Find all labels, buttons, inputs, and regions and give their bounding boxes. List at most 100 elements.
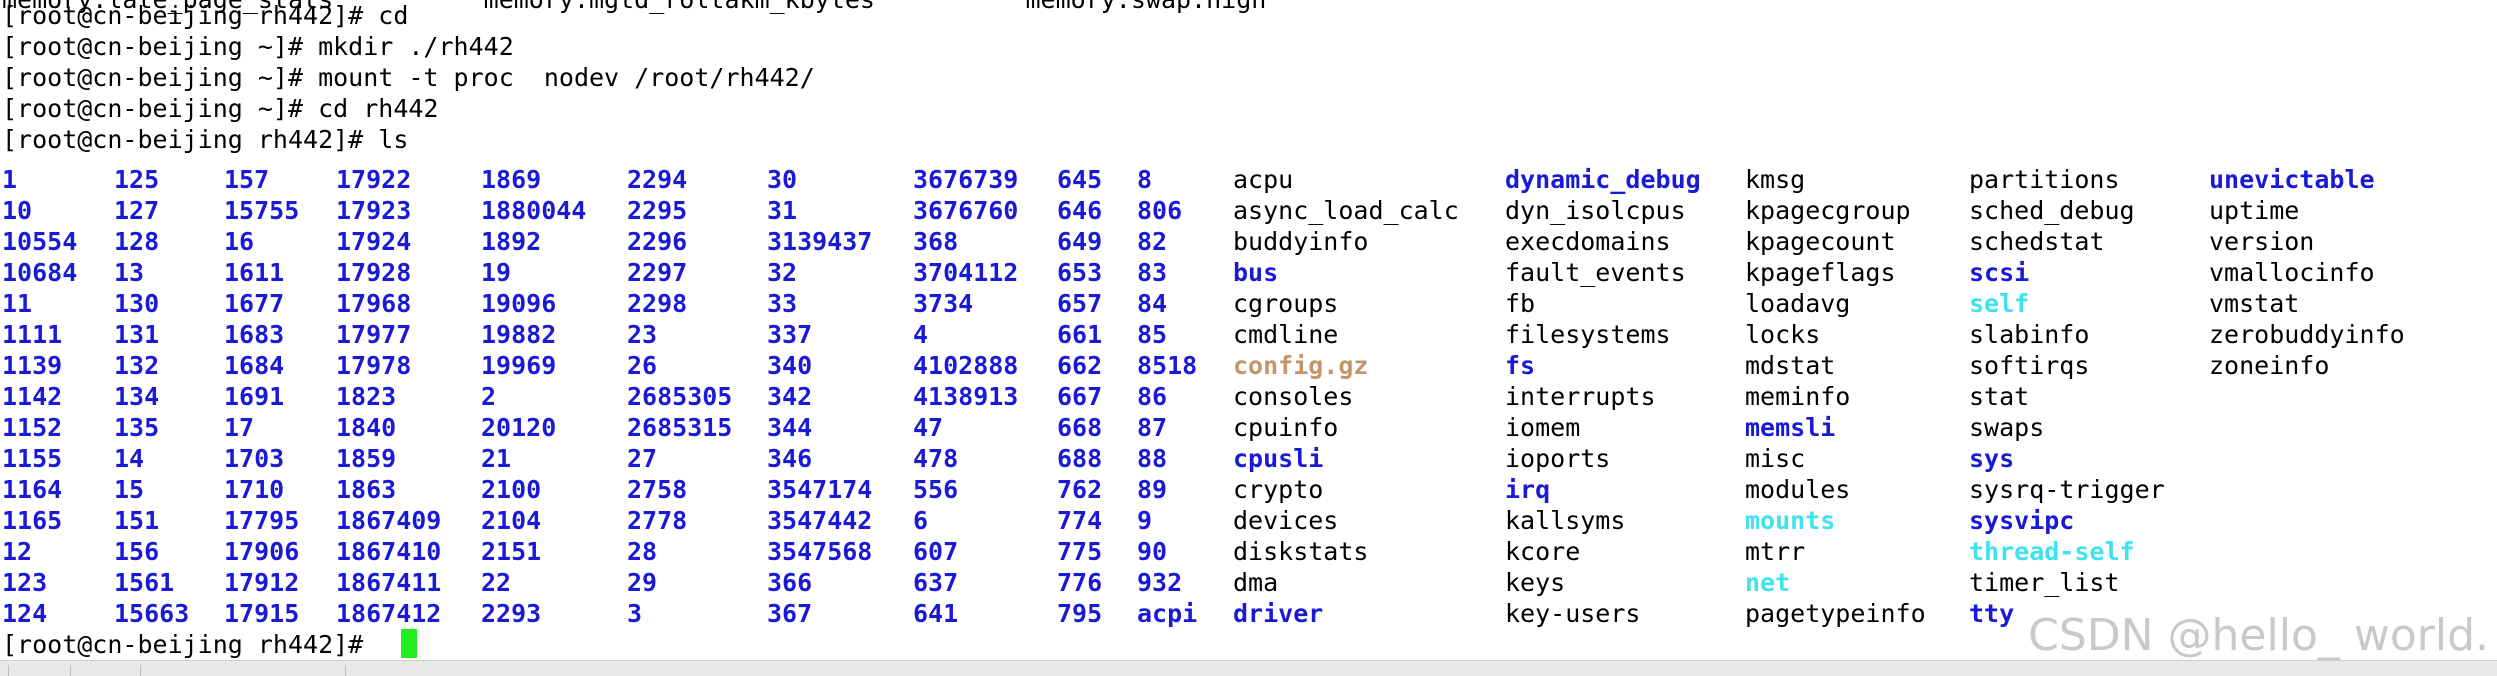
terminal-line-cd: [root@cn-beijing rh442]# cd (2, 1, 409, 30)
ls-entry-dir: 8 (1137, 165, 1153, 194)
ls-entry-dir: 806 (1137, 196, 1183, 225)
ls-entry-dir: 1710 (224, 475, 285, 504)
ls-entry-dir: 3 (627, 599, 643, 628)
ls-entry-dir: dynamic_debug (1505, 165, 1701, 194)
ls-entry-file: meminfo (1745, 382, 1851, 411)
ls-entry-dir: 1152 (2, 413, 63, 442)
ls-entry-dir: sys (1969, 444, 2015, 473)
ls-entry-dir: 21 (481, 444, 512, 473)
ls-entry-dir: scsi (1969, 258, 2030, 287)
ls-entry-dir: 2685305 (627, 382, 733, 411)
ls-entry-file: kpageflags (1745, 258, 1896, 287)
ls-entry-file: buddyinfo (1233, 227, 1369, 256)
ls-entry-dir: 13 (114, 258, 145, 287)
ls-entry-dir: 661 (1057, 320, 1103, 349)
ls-entry-file: schedstat (1969, 227, 2105, 256)
ls-entry-dir: 342 (767, 382, 813, 411)
ls-entry-dir: 657 (1057, 289, 1103, 318)
ls-entry-dir: 1611 (224, 258, 285, 287)
ls-entry-file: vmstat (2209, 289, 2300, 318)
ls-entry-archive: config.gz (1233, 351, 1369, 380)
ls-entry-dir: 1859 (336, 444, 397, 473)
ls-entry-file: interrupts (1505, 382, 1656, 411)
ls-entry-file: modules (1745, 475, 1851, 504)
ls-entry-dir: 15663 (114, 599, 190, 628)
ls-entry-dir: 84 (1137, 289, 1168, 318)
bar-divider (8, 665, 9, 676)
ls-entry-dir: 340 (767, 351, 813, 380)
ls-entry-dir: 30 (767, 165, 798, 194)
ls-entry-dir: 33 (767, 289, 798, 318)
ls-entry-dir: 151 (114, 506, 160, 535)
ls-entry-dir: 2151 (481, 537, 542, 566)
ls-entry-dir: 337 (767, 320, 813, 349)
ls-entry-dir: 3676760 (913, 196, 1019, 225)
terminal-cursor[interactable] (401, 629, 417, 658)
ls-entry-dir: 20120 (481, 413, 557, 442)
ls-entry-dir: 1867410 (336, 537, 442, 566)
ls-entry-link: net (1745, 568, 1791, 597)
ls-entry-file: dyn_isolcpus (1505, 196, 1686, 225)
ls-entry-dir: 17977 (336, 320, 412, 349)
ls-entry-file: pagetypeinfo (1745, 599, 1926, 628)
ls-entry-dir: 1892 (481, 227, 542, 256)
ls-entry-file: locks (1745, 320, 1821, 349)
ls-entry-dir: 17968 (336, 289, 412, 318)
ls-entry-file: acpu (1233, 165, 1294, 194)
ls-entry-dir: 344 (767, 413, 813, 442)
ls-entry-dir: 637 (913, 568, 959, 597)
ls-entry-dir: 3547568 (767, 537, 873, 566)
ls-entry-dir: 3547442 (767, 506, 873, 535)
ls-entry-dir: 2297 (627, 258, 688, 287)
ls-entry-dir: driver (1233, 599, 1324, 628)
ls-entry-dir: 4138913 (913, 382, 1019, 411)
terminal-prompt: [root@cn-beijing rh442]# (2, 630, 379, 659)
ls-entry-dir: 346 (767, 444, 813, 473)
window-bottom-bar (0, 660, 2497, 676)
ls-entry-file: fault_events (1505, 258, 1686, 287)
ls-entry-dir: 1111 (2, 320, 63, 349)
ls-entry-file: misc (1745, 444, 1806, 473)
terminal-line-cd-rh442: [root@cn-beijing ~]# cd rh442 (2, 94, 439, 123)
ls-entry-dir: 14 (114, 444, 145, 473)
ls-entry-file: mtrr (1745, 537, 1806, 566)
ls-entry-dir: 2104 (481, 506, 542, 535)
ls-entry-file: sched_debug (1969, 196, 2135, 225)
ls-entry-dir: 607 (913, 537, 959, 566)
bar-divider (345, 665, 346, 676)
ls-entry-dir: 1165 (2, 506, 63, 535)
ls-entry-file: kpagecount (1745, 227, 1896, 256)
ls-entry-file: sysrq-trigger (1969, 475, 2165, 504)
ls-entry-dir: 19 (481, 258, 512, 287)
ls-entry-dir: 17923 (336, 196, 412, 225)
ls-entry-dir: 2298 (627, 289, 688, 318)
ls-entry-dir: 11 (2, 289, 33, 318)
ls-entry-dir: 86 (1137, 382, 1168, 411)
ls-entry-dir: fs (1505, 351, 1536, 380)
ls-entry-file: key-users (1505, 599, 1641, 628)
ls-entry-file: partitions (1969, 165, 2120, 194)
terminal-window[interactable]: memory.late_page_stats memory.mgtd_rolta… (0, 0, 2497, 660)
bar-divider (140, 665, 141, 676)
ls-entry-dir: 762 (1057, 475, 1103, 504)
csdn-watermark: CSDN @hello_ world. (2028, 610, 2489, 661)
ls-entry-dir: 688 (1057, 444, 1103, 473)
ls-entry-file: filesystems (1505, 320, 1671, 349)
ls-entry-dir: 3139437 (767, 227, 873, 256)
ls-entry-dir: 3547174 (767, 475, 873, 504)
ls-entry-file: devices (1233, 506, 1339, 535)
ls-entry-dir: 2758 (627, 475, 688, 504)
ls-entry-dir: 28 (627, 537, 658, 566)
ls-entry-dir: 2 (481, 382, 497, 411)
ls-entry-link: thread-self (1969, 537, 2135, 566)
ls-entry-dir: 3734 (913, 289, 974, 318)
ls-entry-dir: 1139 (2, 351, 63, 380)
ls-entry-dir: 662 (1057, 351, 1103, 380)
ls-entry-dir: 29 (627, 568, 658, 597)
ls-entry-dir: 17 (224, 413, 255, 442)
ls-entry-dir: 156 (114, 537, 160, 566)
ls-entry-dir: 23 (627, 320, 658, 349)
ls-entry-dir: 1869 (481, 165, 542, 194)
ls-entry-dir: cpusli (1233, 444, 1324, 473)
terminal-line-ls: [root@cn-beijing rh442]# ls (2, 125, 409, 154)
